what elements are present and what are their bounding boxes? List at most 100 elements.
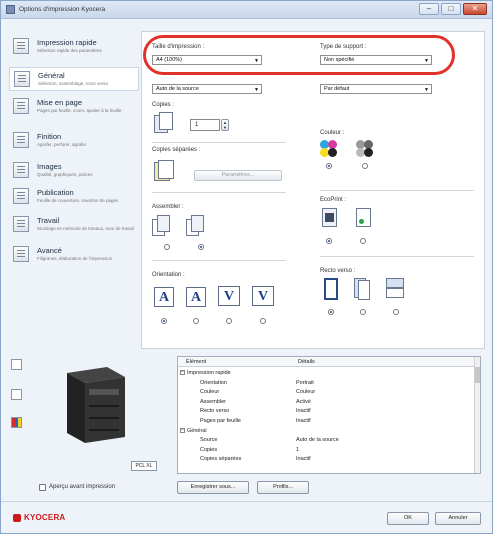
window-title: Options d'impression Kyocera [19,6,106,13]
color-mono-radio[interactable] [362,163,368,169]
preview-checkbox[interactable] [39,484,46,491]
orientation-landscape-radio[interactable] [226,318,232,324]
sidebar-item-desc: Sélection rapide des paramètres [37,48,102,53]
duplex-short-edge-radio[interactable] [393,309,399,315]
separator-copies-icon [154,160,176,182]
color-label: Couleur : [320,130,345,136]
duplex-short-edge-icon [386,278,406,302]
pdl-badge: PCL XL [131,461,157,471]
duplex-long-edge-radio[interactable] [360,309,366,315]
printer-view-icon[interactable] [11,359,22,370]
expand-toggle-icon[interactable]: − [180,427,185,433]
table-row[interactable]: Assembler Activé [178,398,476,406]
app-icon [6,5,15,14]
duplex-long-edge-icon [354,278,372,302]
minimize-button[interactable]: – [419,3,439,15]
row-key: Impression rapide [187,370,231,376]
color-view-icon[interactable] [11,417,22,428]
orientation-portrait-rotated-icon[interactable]: A [186,287,206,307]
sidebar-item-general[interactable]: Général Sélection, assemblage, recto ver… [9,67,139,91]
save-as-button[interactable]: Enregistrer sous... [177,481,249,494]
assembler-label: Assembler : [152,204,184,210]
kyocera-logo-mark [13,514,21,522]
sidebar-item-finishing[interactable]: Finition Agrafer, perforer, agrafer [9,129,139,153]
source-select[interactable]: Auto de la source ▼ [152,84,262,94]
table-row[interactable]: Orientation Portrait [178,379,476,387]
table-row[interactable]: − Général [178,427,476,435]
copies-stepper[interactable]: 1 [190,119,220,131]
print-options-window: Options d'impression Kyocera – □ ✕ Impre… [0,0,493,534]
sidebar-item-label: Publication [37,188,74,197]
images-icon [13,162,29,178]
sidebar-item-publication[interactable]: Publication Feuille de couverture, inser… [9,185,139,209]
sidebar-item-desc: Pages par feuille, zoom, ajuster à la fe… [37,108,122,113]
sidebar-item-advanced[interactable]: Avancé Filigranes, élaboration de l'impr… [9,243,139,267]
row-value: Auto de la source [296,437,339,444]
maximize-button[interactable]: □ [441,3,461,15]
divider [152,192,286,193]
table-row[interactable]: Copies séparées Inactif [178,455,476,463]
title-bar[interactable]: Options d'impression Kyocera – □ ✕ [1,1,492,19]
color-cmyk-radio[interactable] [326,163,332,169]
duplex-off-radio[interactable] [328,309,334,315]
sidebar-item-label: Impression rapide [37,38,97,47]
sidebar-item-layout[interactable]: Mise en page Pages par feuille, zoom, aj… [9,95,139,119]
table-row[interactable]: Pages par feuille Inactif [178,417,476,425]
publication-icon [13,188,29,204]
divider [320,190,474,191]
source-value: Auto de la source [156,86,199,92]
sidebar-item-label: Général [38,71,65,80]
orientation-landscape-rotated-icon[interactable]: V [252,286,274,306]
assemble-on-icon [186,215,212,239]
copies-spin-buttons[interactable]: ▲ ▼ [221,119,229,131]
orientation-portrait-icon[interactable]: A [154,287,174,307]
media-default-value: Par défaut [324,86,350,92]
sidebar-item-job[interactable]: Travail Stockage en mémoire de travaux, … [9,213,139,237]
sidebar-item-desc: Stockage en mémoire de travaux, nom de t… [37,226,134,231]
orientation-portrait-radio[interactable] [161,318,167,324]
table-row[interactable]: − Impression rapide [178,369,476,377]
table-row[interactable]: Recto verso Inactif [178,407,476,415]
sidebar-item-quick-print[interactable]: Impression rapide Sélection rapide des p… [9,35,139,59]
orientation-portrait-rotated-radio[interactable] [193,318,199,324]
printer-image [67,367,125,443]
advanced-icon [13,246,29,262]
table-row[interactable]: Copies 1 [178,446,476,454]
row-key: Copies séparées [200,456,242,463]
table-row[interactable]: Couleur Couleur [178,388,476,396]
ecoprint-on-radio[interactable] [360,238,366,244]
table-row[interactable]: Source Auto de la source [178,436,476,444]
col-element-header: Élément [186,359,207,365]
duplex-label: Recto verso : [320,268,356,274]
parametres-button[interactable]: Paramètres... [194,170,282,181]
expand-toggle-icon[interactable]: − [180,370,185,375]
chevron-down-icon: ▼ [424,87,429,93]
assemble-on-radio[interactable] [198,244,204,250]
separator-copies-label: Copies séparées : [152,147,201,153]
row-key: Recto verso [200,408,230,415]
scroll-thumb[interactable] [475,367,480,383]
orientation-landscape-icon[interactable]: V [218,286,240,306]
settings-summary-table[interactable]: Élément Détails − Impression rapide Orient… [177,356,481,474]
orientation-landscape-rotated-radio[interactable] [260,318,266,324]
row-key: Source [200,437,218,444]
divider [320,256,474,257]
row-value: Inactif [296,418,311,424]
assemble-off-radio[interactable] [164,244,170,250]
profiles-button[interactable]: Profils... [257,481,309,494]
close-button[interactable]: ✕ [463,3,487,15]
row-key: Orientation [200,379,227,386]
general-settings-panel: Taille d'impression : A4 (100%) ▼ Type d… [141,31,485,349]
summary-scrollbar[interactable] [474,357,480,473]
col-details-header: Détails [298,359,315,365]
assemble-off-icon [152,215,178,239]
ok-button[interactable]: OK [387,512,429,525]
row-key: Couleur [200,389,220,396]
preview-checkbox-label: Aperçu avant impression [49,484,116,490]
cancel-button[interactable]: Annuler [435,512,481,525]
sidebar-item-label: Images [37,162,62,171]
ecoprint-off-radio[interactable] [326,238,332,244]
sidebar-item-images[interactable]: Images Qualité, graphiques, polices [9,159,139,183]
media-default-select[interactable]: Par défaut ▼ [320,84,432,94]
page-view-icon[interactable] [11,389,22,400]
